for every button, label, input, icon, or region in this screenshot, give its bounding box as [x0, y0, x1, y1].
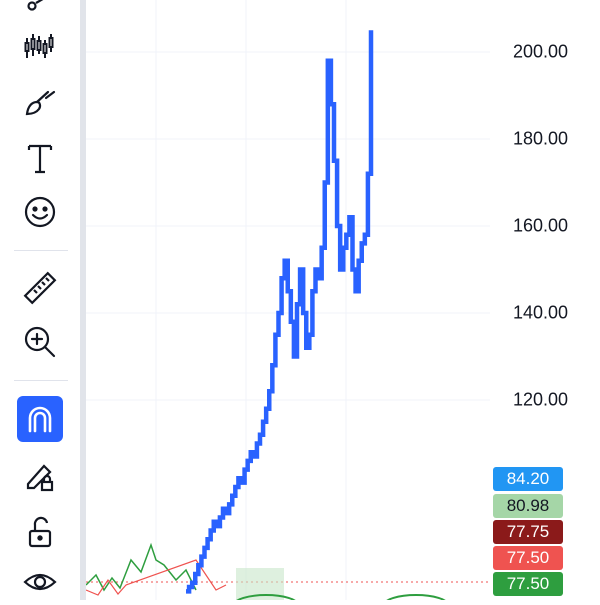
brush-icon[interactable]	[14, 80, 66, 124]
unlock-icon[interactable]	[14, 510, 66, 554]
price-tick-label: 140.00	[512, 302, 568, 323]
toolbar-separator	[14, 250, 68, 251]
price-tick-label: 160.00	[512, 215, 568, 236]
ruler-icon[interactable]	[14, 266, 66, 310]
candles-pattern-icon[interactable]	[14, 24, 66, 68]
price-badge-indicator: 77.75	[493, 520, 563, 544]
price-badge-indicator: 80.98	[493, 494, 563, 518]
indicator-line	[85, 542, 197, 592]
price-tick-label: 200.00	[512, 41, 568, 62]
text-tool-icon[interactable]	[14, 136, 66, 180]
price-badge-indicator: 77.50	[493, 572, 563, 596]
magnet-icon[interactable]	[17, 396, 63, 442]
lock-drawing-icon[interactable]	[14, 454, 66, 498]
price-badge-indicator: 77.50	[493, 546, 563, 570]
chart-plot-area[interactable]	[85, 0, 490, 605]
eye-icon[interactable]	[14, 560, 66, 604]
price-series-line	[186, 30, 374, 594]
price-tick-label: 120.00	[512, 389, 568, 410]
price-chart[interactable]	[85, 0, 490, 605]
emoji-icon[interactable]	[14, 190, 66, 234]
drawing-ellipse[interactable]	[383, 594, 449, 605]
drawing-toolbar	[0, 0, 80, 600]
zoom-in-icon[interactable]	[14, 320, 66, 364]
toolbar-separator	[14, 380, 68, 381]
price-tick-label: 180.00	[512, 128, 568, 149]
price-badge-current: 84.20	[493, 467, 563, 491]
